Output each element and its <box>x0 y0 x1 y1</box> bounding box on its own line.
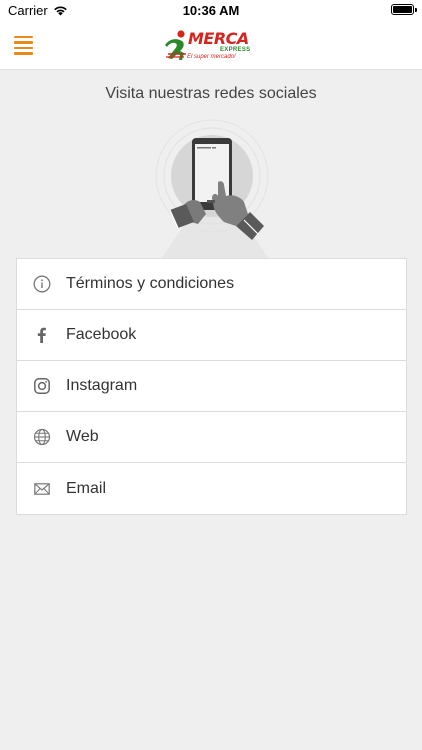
status-time: 10:36 AM <box>182 3 240 18</box>
navigation-bar: MERCA EXPRESS El super mercado! <box>0 22 422 70</box>
logo-sub-text: EXPRESS <box>220 47 251 53</box>
list-item-label: Términos y condiciones <box>66 275 235 292</box>
battery-icon <box>391 4 417 15</box>
info-icon <box>17 259 65 310</box>
facebook-icon <box>17 310 65 361</box>
status-bar: Carrier 10:36 AM <box>0 0 422 22</box>
list-item-facebook[interactable]: Facebook <box>17 310 406 361</box>
envelope-icon <box>17 463 65 514</box>
list-item-instagram[interactable]: Instagram <box>17 361 406 412</box>
list-item-label: Web <box>66 428 99 445</box>
list-item-web[interactable]: Web <box>17 412 406 463</box>
battery-indicator <box>391 4 417 15</box>
instagram-icon <box>17 361 65 412</box>
globe-icon <box>17 412 65 463</box>
logo-brand-text: MERCA <box>188 29 249 48</box>
hamburger-menu-icon[interactable] <box>14 33 38 57</box>
list-item-label: Facebook <box>66 326 137 343</box>
page-title: Visita nuestras redes sociales <box>105 85 317 102</box>
list-item-terms[interactable]: Términos y condiciones <box>17 259 406 310</box>
logo-tagline: El super mercado! <box>187 54 236 60</box>
hand-holding-phone-illustration <box>140 118 290 258</box>
merca-express-logo: MERCA EXPRESS El super mercado! <box>162 28 262 64</box>
list-item-label: Instagram <box>66 377 138 394</box>
social-links-list: Términos y condiciones Facebook Instagra… <box>16 258 407 515</box>
list-item-label: Email <box>66 479 107 497</box>
list-item-email[interactable]: Email <box>17 463 406 514</box>
